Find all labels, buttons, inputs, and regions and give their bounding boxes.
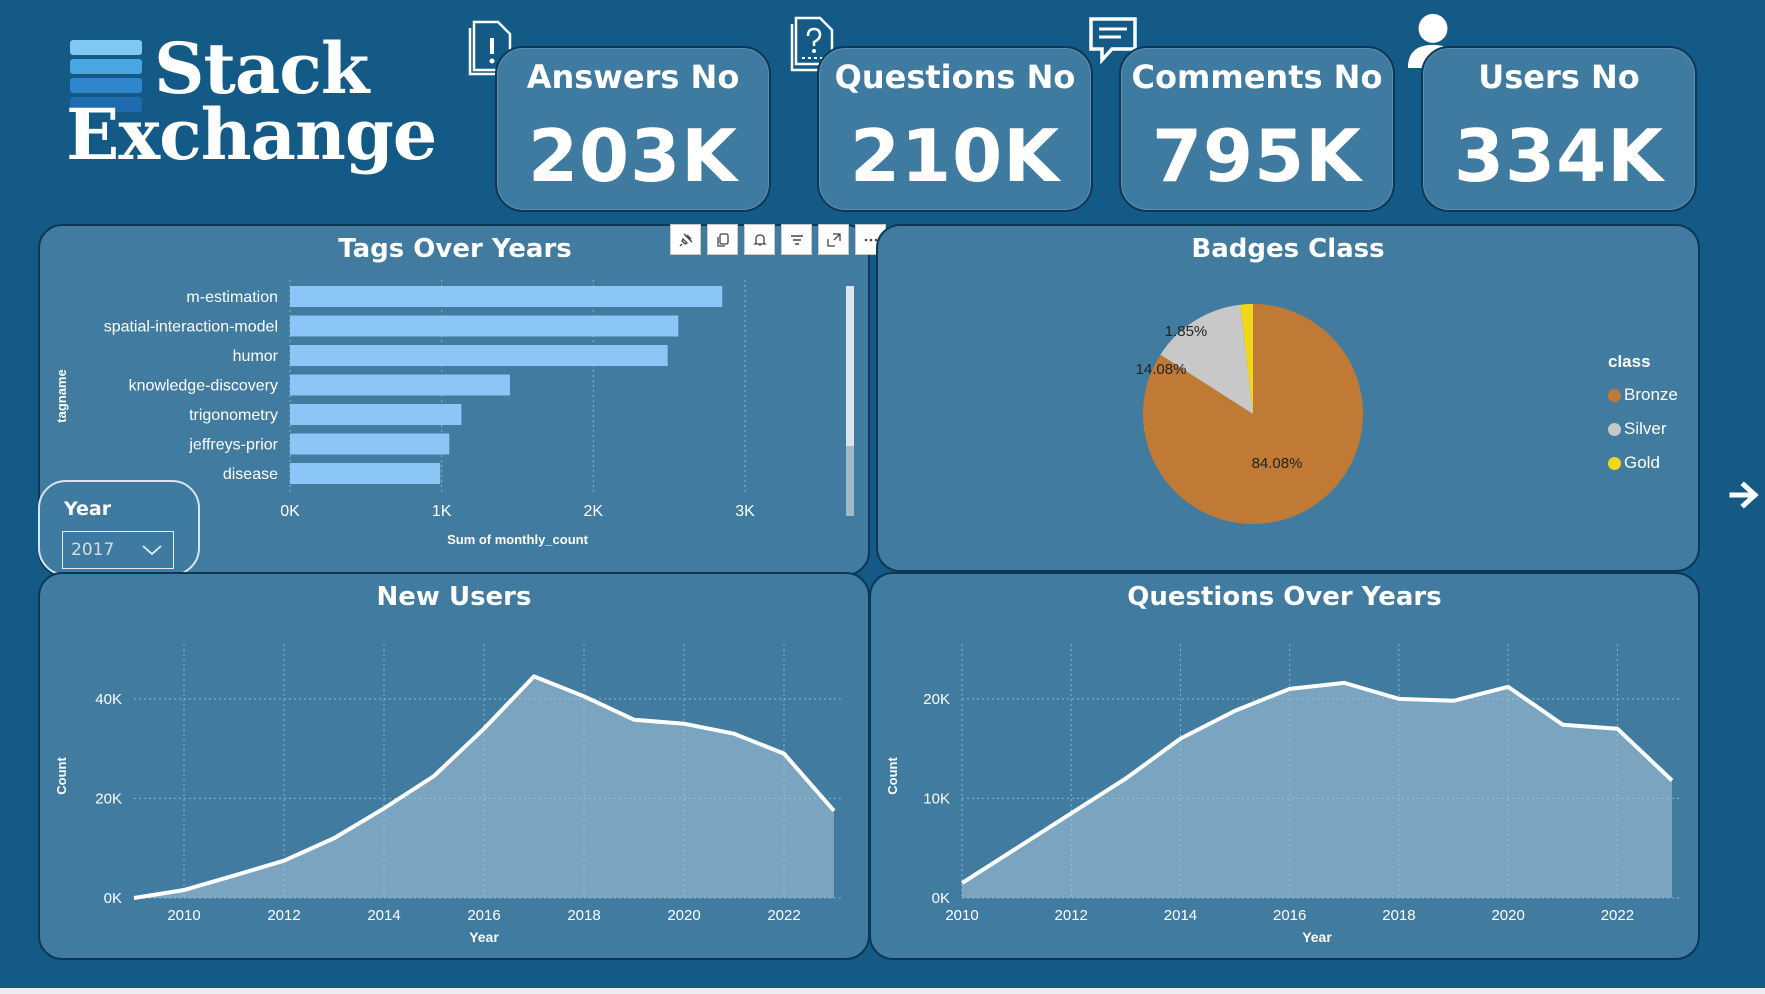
y-tick-label: knowledge-discovery <box>129 378 278 395</box>
legend-label: Bronze <box>1624 385 1678 404</box>
x-tick-label: 2012 <box>267 907 300 924</box>
filter-icon[interactable] <box>781 224 812 255</box>
y-axis-label: Count <box>885 757 900 795</box>
kpi-title: Users No <box>1478 58 1640 96</box>
x-tick-label: 2014 <box>367 907 400 924</box>
pie-data-label: 14.08% <box>1136 361 1187 378</box>
x-tick-label: 2018 <box>1382 907 1415 924</box>
kpi-value: 203K <box>527 114 739 198</box>
x-tick-label: 2016 <box>1273 907 1306 924</box>
badges-class-panel[interactable]: Badges Class 84.08% 14.08% 1.85% <box>876 224 1700 572</box>
x-tick-label: 2016 <box>467 907 500 924</box>
kpi-card-users: Users No 334K <box>1421 46 1697 212</box>
kpi-value: 334K <box>1453 114 1665 198</box>
questions-over-years-panel[interactable]: Questions Over Years 0K 10K 20K 2010 2012 201… <box>869 572 1700 960</box>
x-axis-label: Year <box>469 929 499 945</box>
kpi-value: 210K <box>849 114 1061 198</box>
y-tick-label: 10K <box>923 790 950 807</box>
legend-dot-bronze <box>1608 388 1621 402</box>
new-users-panel[interactable]: New Users 0K 20K 40K 2010 2012 2014 2016 2018 20… <box>38 572 870 960</box>
x-tick-label: 2012 <box>1055 907 1088 924</box>
x-axis-label: Sum of monthly_count <box>447 532 589 547</box>
copy-icon[interactable] <box>707 224 738 255</box>
x-tick-label: 0K <box>280 503 300 520</box>
y-tick-label: 20K <box>95 790 122 807</box>
legend-item-gold[interactable]: Gold <box>1608 446 1678 480</box>
legend-title: class <box>1608 352 1651 371</box>
bottom-strip <box>0 988 1765 994</box>
x-tick-label: 2022 <box>767 907 800 924</box>
logo-text: Stack Exchange <box>66 34 437 170</box>
x-tick-label: 1K <box>432 503 452 520</box>
new-users-area-chart: 0K 20K 40K 2010 2012 2014 2016 2018 2020 2022 Year… <box>54 644 844 945</box>
kpi-title: Questions No <box>834 58 1076 96</box>
x-tick-label: 2020 <box>1491 907 1524 924</box>
y-tick-label: 0K <box>104 890 122 907</box>
bar <box>290 404 462 425</box>
area-fill <box>962 682 1672 898</box>
y-tick-label: 0K <box>932 890 950 907</box>
kpi-card-answers: Answers No 203K <box>495 46 771 212</box>
year-slicer: Year 2017 <box>38 480 200 576</box>
badges-legend: class Bronze Silver Gold <box>1608 352 1678 480</box>
year-dropdown-value: 2017 <box>71 540 115 560</box>
y-axis-label: Count <box>54 757 69 795</box>
kpi-title: Comments No <box>1131 58 1383 96</box>
legend-label: Gold <box>1624 453 1660 472</box>
legend-item-bronze[interactable]: Bronze <box>1608 378 1678 412</box>
legend-dot-silver <box>1608 422 1621 436</box>
pie-data-label: 84.08% <box>1252 455 1303 472</box>
kpi-title: Answers No <box>526 58 740 96</box>
pin-icon[interactable] <box>670 224 701 255</box>
arrow-right-icon[interactable] <box>1728 478 1762 512</box>
y-axis-label: tagname <box>54 369 69 422</box>
legend-dot-gold <box>1608 456 1621 470</box>
y-tick-label: 40K <box>95 691 122 708</box>
x-tick-label: 2010 <box>945 907 978 924</box>
questions-area-chart: 0K 10K 20K 2010 2012 2014 2016 2018 2020 2022 Year… <box>885 644 1682 945</box>
y-tick-label: humor <box>233 348 279 365</box>
pie-data-label: 1.85% <box>1165 323 1208 340</box>
y-tick-label: jeffreys-prior <box>188 437 278 454</box>
x-tick-label: 2022 <box>1601 907 1634 924</box>
year-dropdown[interactable]: 2017 <box>62 531 174 569</box>
logo-line-2: Exchange <box>66 93 437 176</box>
legend-item-silver[interactable]: Silver <box>1608 412 1678 446</box>
bar <box>290 433 450 455</box>
slicer-label: Year <box>64 498 112 520</box>
x-tick-label: 3K <box>735 503 755 520</box>
x-tick-label: 2014 <box>1164 907 1197 924</box>
y-tick-label: spatial-interaction-model <box>104 319 278 336</box>
x-tick-label: 2010 <box>167 907 200 924</box>
badges-pie-chart: 84.08% 14.08% 1.85% <box>1136 304 1363 524</box>
bar <box>290 463 441 484</box>
bar <box>290 315 679 337</box>
x-tick-label: 2020 <box>667 907 700 924</box>
bar <box>290 374 510 396</box>
scrollbar-thumb <box>846 286 854 446</box>
chevron-down-icon <box>142 545 162 556</box>
kpi-card-comments: Comments No 795K <box>1119 46 1395 212</box>
legend-label: Silver <box>1624 419 1667 438</box>
y-tick-label: 20K <box>923 691 950 708</box>
bar <box>290 286 723 307</box>
y-tick-label: trigonometry <box>189 407 278 424</box>
bar <box>290 345 668 366</box>
kpi-value: 795K <box>1151 114 1363 198</box>
visual-header-toolbar <box>670 224 886 255</box>
focus-mode-icon[interactable] <box>818 224 849 255</box>
y-tick-label: m-estimation <box>186 289 278 306</box>
bell-icon[interactable] <box>744 224 775 255</box>
y-tick-label: disease <box>223 466 278 483</box>
kpi-card-questions: Questions No 210K <box>817 46 1093 212</box>
x-tick-label: 2K <box>584 503 604 520</box>
x-axis-label: Year <box>1302 929 1332 945</box>
stack-exchange-logo: Stack Exchange <box>66 34 437 176</box>
x-tick-label: 2018 <box>567 907 600 924</box>
